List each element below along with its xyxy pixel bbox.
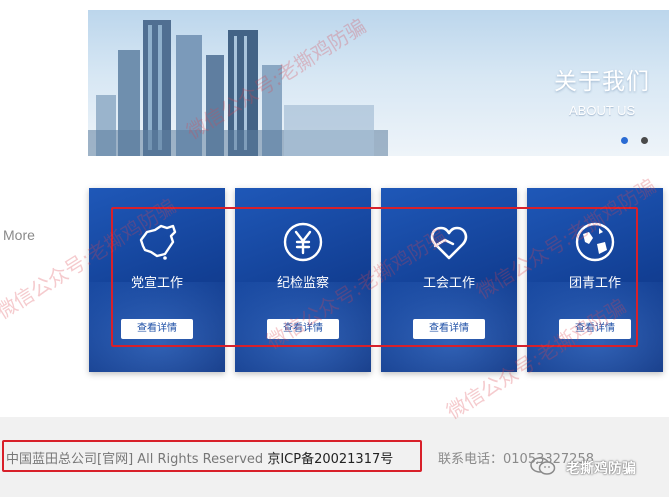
carousel-dot[interactable] (641, 137, 648, 144)
view-details-button[interactable]: 查看详情 (267, 319, 339, 339)
yuan-coin-icon (283, 222, 323, 262)
city-skyline-illustration (88, 20, 388, 156)
card-discipline-inspection[interactable]: 纪检监察 查看详情 (235, 188, 371, 372)
view-details-button[interactable]: 查看详情 (413, 319, 485, 339)
wechat-account-name: 老撕鸡防骗 (566, 461, 636, 477)
card-label: 党宣工作 (130, 276, 183, 291)
banner-title: 关于我们 (554, 69, 650, 95)
card-trade-union[interactable]: 工会工作 查看详情 (381, 188, 517, 372)
card-label: 工会工作 (422, 276, 475, 291)
about-us-banner[interactable]: 关于我们 ABOUT US (88, 10, 669, 156)
wechat-logo-icon (530, 457, 556, 475)
card-label: 纪检监察 (276, 276, 329, 291)
heart-hand-icon (430, 226, 468, 260)
view-details-button[interactable]: 查看详情 (121, 319, 193, 339)
view-details-button[interactable]: 查看详情 (559, 319, 631, 339)
highlight-box-copyright (2, 440, 422, 472)
globe-icon (575, 222, 615, 262)
banner-subtitle: ABOUT US (569, 103, 636, 118)
carousel-dot-active[interactable] (621, 137, 628, 144)
card-party-publicity[interactable]: 党宣工作 查看详情 (89, 188, 225, 372)
more-link[interactable]: More (3, 227, 35, 243)
china-map-icon (139, 224, 177, 260)
card-label: 团青工作 (568, 276, 621, 291)
card-youth-league[interactable]: 团青工作 查看详情 (527, 188, 663, 372)
